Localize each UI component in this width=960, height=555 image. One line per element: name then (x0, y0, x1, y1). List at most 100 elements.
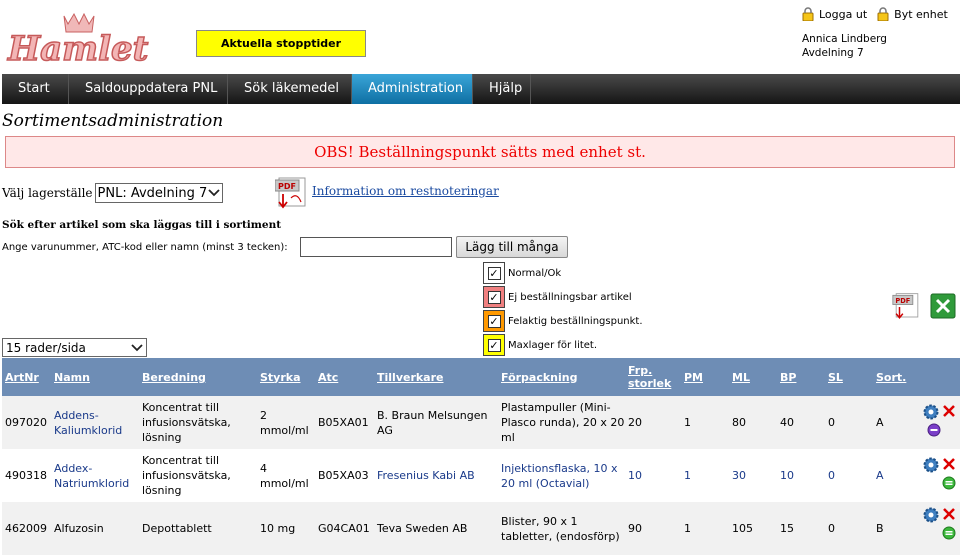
cell-pm: 1 (684, 469, 691, 482)
col-frp-storlek[interactable]: Frp. storlek (628, 358, 676, 396)
cell-bp: 40 (780, 416, 794, 429)
alert-banner: OBS! Beställningspunkt sätts med enhet s… (5, 136, 955, 168)
logout-link[interactable]: Logga ut (802, 7, 867, 21)
legend-checkbox[interactable]: ✓ (483, 286, 505, 308)
settings-gear-icon[interactable] (923, 457, 939, 473)
cell-tillverkare: B. Braun Melsungen AG (377, 408, 488, 437)
export-excel-icon[interactable] (930, 293, 956, 319)
checkmark-icon: ✓ (487, 290, 501, 304)
legend-normal: ✓ Normal/Ok (483, 262, 561, 284)
cell-bp: 15 (780, 522, 794, 535)
legend-checkbox[interactable]: ✓ (483, 262, 505, 284)
current-stop-times-button[interactable]: Aktuella stopptider (196, 30, 366, 57)
legend-label: Felaktig beställningspunkt. (508, 315, 643, 327)
legend-label: Maxlager för litet. (508, 339, 598, 351)
cell-pm: 1 (684, 416, 691, 429)
rows-per-page-value: 15 rader/sida (6, 340, 86, 355)
checkmark-icon: ✓ (487, 266, 501, 280)
col-bp[interactable]: BP (780, 358, 796, 396)
col-tillverkare[interactable]: Tillverkare (377, 358, 444, 396)
chevron-down-icon (207, 189, 220, 197)
main-navigation: Start Saldouppdatera PNL Sök läkemedel A… (2, 74, 960, 104)
table-row[interactable]: 462009 Alfuzosin Depottablett 10 mg G04C… (2, 502, 960, 555)
cell-namn[interactable]: Addex-Natriumklorid (54, 449, 140, 502)
search-label: Ange varunummer, ATC-kod eller namn (min… (2, 242, 288, 253)
lock-icon (877, 7, 889, 21)
legend-checkbox[interactable]: ✓ (483, 310, 505, 332)
nav-sok-lakemedel[interactable]: Sök läkemedel (228, 74, 352, 104)
nav-start[interactable]: Start (2, 74, 69, 104)
nav-administration[interactable]: Administration (352, 74, 473, 104)
svg-text:PDF: PDF (278, 182, 296, 191)
export-pdf-icon[interactable]: PDF (892, 292, 922, 322)
cell-sort: A (876, 416, 884, 429)
delete-icon[interactable] (942, 404, 956, 418)
cell-sort: A (876, 469, 884, 482)
settings-gear-icon[interactable] (923, 404, 939, 420)
legend-label: Normal/Ok (508, 267, 562, 279)
settings-gear-icon[interactable] (923, 507, 939, 523)
logout-label: Logga ut (819, 7, 868, 21)
chevron-down-icon (131, 343, 143, 351)
restnote-info-link[interactable]: Information om restnoteringar (312, 184, 499, 198)
delete-icon[interactable] (942, 507, 956, 521)
legend-wrong-order-point: ✓ Felaktig beställningspunkt. (483, 310, 643, 332)
search-input[interactable] (300, 237, 452, 257)
change-unit-label: Byt enhet (894, 7, 948, 21)
cell-bp: 10 (780, 469, 794, 482)
col-styrka[interactable]: Styrka (260, 358, 301, 396)
col-sl[interactable]: SL (828, 358, 843, 396)
col-ml[interactable]: ML (732, 358, 750, 396)
col-sort[interactable]: Sort. (876, 358, 906, 396)
cell-sl: 0 (828, 522, 835, 535)
legend-label: Ej beställningsbar artikel (508, 291, 632, 303)
add-many-button[interactable]: Lägg till många (456, 236, 568, 258)
nav-saldouppdatera-pnl[interactable]: Saldouppdatera PNL (69, 74, 228, 104)
legend-max-stock-too-small: ✓ Maxlager för litet. (483, 334, 597, 356)
change-unit-link[interactable]: Byt enhet (877, 7, 948, 21)
legend-checkbox[interactable]: ✓ (483, 334, 505, 356)
checkmark-icon: ✓ (487, 314, 501, 328)
col-namn[interactable]: Namn (54, 358, 90, 396)
cell-namn[interactable]: Addens-Kaliumklorid (54, 396, 140, 449)
cell-styrka: 2 mmol/ml (260, 408, 309, 437)
cell-forpackning: Injektionsflaska, 10 x 20 ml (Octavial) (501, 461, 618, 490)
cell-ml: 80 (732, 416, 746, 429)
delete-icon[interactable] (942, 457, 956, 471)
cell-namn[interactable]: Alfuzosin (54, 502, 140, 555)
table-row[interactable]: 097020 Addens-Kaliumklorid Koncentrat ti… (2, 396, 960, 449)
cell-styrka: 4 mmol/ml (260, 461, 309, 490)
logo-text: Hamlet (7, 29, 149, 68)
col-beredning[interactable]: Beredning (142, 358, 206, 396)
cell-sort: B (876, 522, 884, 535)
cell-artnr: 490318 (5, 469, 47, 482)
cell-frp-storlek: 90 (628, 522, 642, 535)
col-pm[interactable]: PM (684, 358, 703, 396)
cell-sl: 0 (828, 416, 835, 429)
store-select[interactable]: PNL: Avdelning 7 (94, 183, 223, 203)
cell-artnr: 097020 (5, 416, 47, 429)
page-title: Sortimentsadministration (2, 111, 224, 131)
table-row[interactable]: 490318 Addex-Natriumklorid Koncentrat ti… (2, 449, 960, 502)
cell-forpackning: Blister, 90 x 1 tabletter, (endosförp) (501, 514, 620, 543)
col-atc[interactable]: Atc (318, 358, 338, 396)
store-label: Välj lagerställe (2, 186, 93, 200)
green-circle-icon (942, 476, 956, 490)
col-forpackning[interactable]: Förpackning (501, 358, 578, 396)
legend-not-orderable: ✓ Ej beställningsbar artikel (483, 286, 632, 308)
pdf-icon[interactable]: PDF (275, 176, 309, 212)
cell-styrka: 10 mg (260, 522, 296, 535)
nav-hjalp[interactable]: Hjälp (473, 74, 531, 104)
user-unit: Avdelning 7 (802, 47, 864, 59)
green-circle-icon (942, 526, 956, 540)
cell-frp-storlek: 20 (628, 416, 642, 429)
cell-atc: B05XA03 (318, 469, 369, 482)
cell-artnr: 462009 (5, 522, 47, 535)
cell-tillverkare: Teva Sweden AB (377, 522, 468, 535)
cell-beredning: Depottablett (142, 522, 212, 535)
rows-per-page-select[interactable]: 15 rader/sida (2, 338, 147, 357)
col-artnr[interactable]: ArtNr (5, 358, 39, 396)
cell-frp-storlek: 10 (628, 469, 642, 482)
cell-tillverkare: Fresenius Kabi AB (377, 469, 475, 482)
lock-icon (802, 7, 814, 21)
